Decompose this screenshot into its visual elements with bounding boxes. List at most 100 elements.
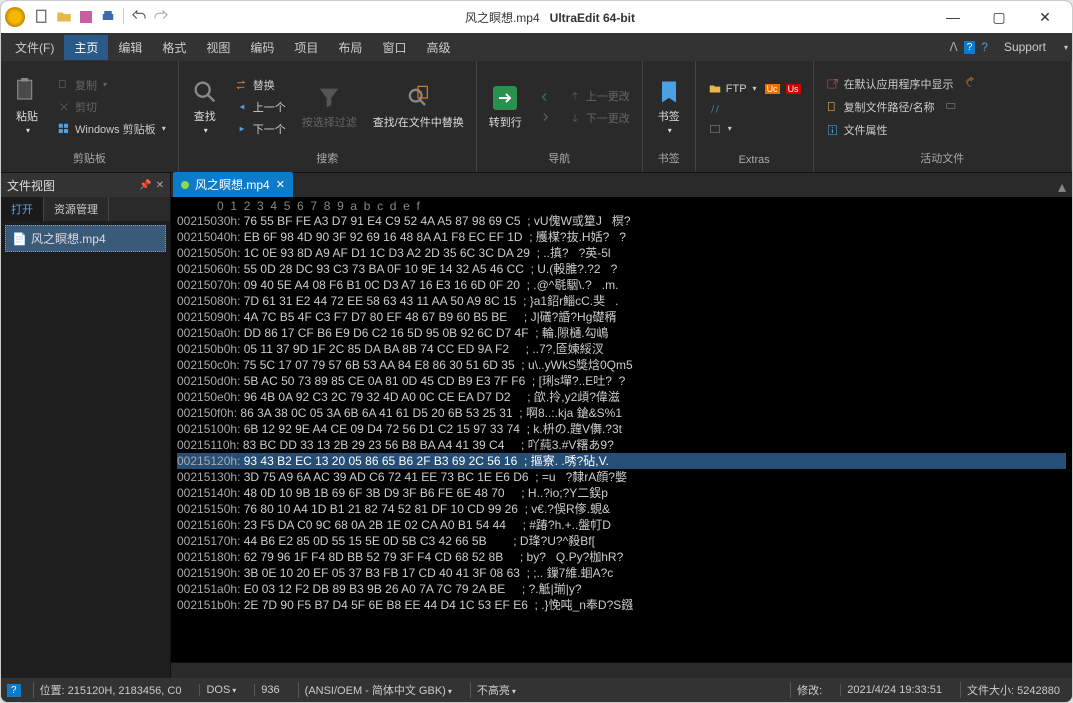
menu-view[interactable]: 视图 <box>196 35 240 60</box>
replace-button[interactable]: 替换 <box>231 75 290 95</box>
hex-line[interactable]: 00215140h: 48 0D 10 9B 1B 69 6F 3B D9 3F… <box>177 485 1066 501</box>
hex-line[interactable]: 00215120h: 93 43 B2 EC 13 20 05 86 65 B6… <box>177 453 1066 469</box>
refresh-icon[interactable] <box>964 76 978 93</box>
properties-button[interactable]: 文件属性 <box>822 120 982 140</box>
windows-clipboard-button[interactable]: Windows 剪贴板▾ <box>53 119 170 139</box>
editor: 风之瞑想.mp4 ✕ ▴ 0 1 2 3 4 5 6 7 8 9 a b c d… <box>171 173 1072 678</box>
ribbon-group-active-file: 在默认应用程序中显示 复制文件路径/名称 文件属性 活动文件 <box>814 61 1072 172</box>
forward-icon[interactable] <box>534 108 556 126</box>
hex-line[interactable]: 002150b0h: 05 11 37 9D 1F 2C 85 DA BA 8B… <box>177 341 1066 357</box>
hex-line[interactable]: 00215060h: 55 0D 28 DC 93 C3 73 BA 0F 10… <box>177 261 1066 277</box>
sb-help-icon[interactable]: ? <box>7 684 21 697</box>
close-button[interactable]: ✕ <box>1022 1 1068 33</box>
goto-button[interactable]: 转到行 <box>485 82 526 132</box>
group-label-navigate: 导航 <box>485 148 634 168</box>
hex-line[interactable]: 002151a0h: E0 03 12 F2 DB 89 B3 9B 26 A0… <box>177 581 1066 597</box>
next-button[interactable]: 下一个 <box>231 119 290 139</box>
new-file-icon[interactable] <box>33 8 51 26</box>
find-in-files-button[interactable]: 查找/在文件中替换 <box>369 82 468 132</box>
menu-advanced[interactable]: 高级 <box>416 35 460 60</box>
status-date: 2021/4/24 19:33:51 <box>840 684 948 696</box>
redo-icon[interactable] <box>152 8 170 26</box>
hex-line[interactable]: 002150f0h: 86 3A 38 0C 05 3A 6B 6A 41 61… <box>177 405 1066 421</box>
tab-close-icon[interactable]: ✕ <box>276 178 285 191</box>
bookmark-button[interactable]: 书签▾ <box>651 76 687 137</box>
menu-project[interactable]: 项目 <box>284 35 328 60</box>
open-default-button[interactable]: 在默认应用程序中显示 <box>822 74 982 95</box>
undo-icon[interactable] <box>130 8 148 26</box>
horizontal-scrollbar[interactable] <box>171 662 1072 678</box>
extras-item2[interactable] <box>704 100 805 118</box>
sidebar-tab-explorer[interactable]: 资源管理 <box>44 197 109 221</box>
menu-format[interactable]: 格式 <box>152 35 196 60</box>
filter-button[interactable]: 按选择过滤 <box>298 82 361 132</box>
uc-icon[interactable]: Uc <box>765 84 780 94</box>
hex-line[interactable]: 00215180h: 62 79 96 1F F4 8D BB 52 79 3F… <box>177 549 1066 565</box>
prev-change-button[interactable]: 上一更改 <box>564 86 634 106</box>
copy-path-button[interactable]: 复制文件路径/名称 <box>822 97 982 118</box>
hex-line[interactable]: 00215070h: 09 40 5E A4 08 F6 B1 0C D3 A7… <box>177 277 1066 293</box>
file-status-icon <box>181 181 189 189</box>
chevron-down-icon[interactable]: ▾ <box>1064 43 1068 52</box>
hex-line[interactable]: 00215130h: 3D 75 A9 6A AC 39 AD C6 72 41… <box>177 469 1066 485</box>
ribbon-group-bookmarks: 书签▾ 书签 <box>643 61 696 172</box>
hex-line[interactable]: 00215050h: 1C 0E 93 8D A9 AF D1 1C D3 A2… <box>177 245 1066 261</box>
rename-icon[interactable] <box>945 99 959 116</box>
hex-line[interactable]: 002150d0h: 5B AC 50 73 89 85 CE 0A 81 0D… <box>177 373 1066 389</box>
find-button[interactable]: 查找▾ <box>187 76 223 137</box>
hex-line[interactable]: 00215040h: EB 6F 98 4D 90 3F 92 69 16 48… <box>177 229 1066 245</box>
hex-line[interactable]: 002150a0h: DD 86 17 CF B6 E9 D6 C2 16 5D… <box>177 325 1066 341</box>
extras-item3[interactable]: ▾ <box>704 120 805 138</box>
next-change-button[interactable]: 下一更改 <box>564 108 634 128</box>
app-icon <box>5 7 25 27</box>
help-icon[interactable]: ? <box>981 40 988 54</box>
file-tab[interactable]: 风之瞑想.mp4 ✕ <box>173 172 293 197</box>
back-icon[interactable] <box>534 88 556 106</box>
menu-encoding[interactable]: 编码 <box>240 35 284 60</box>
menu-edit[interactable]: 编辑 <box>108 35 152 60</box>
open-icon[interactable] <box>55 8 73 26</box>
hex-line[interactable]: 00215030h: 76 55 BF FE A3 D7 91 E4 C9 52… <box>177 213 1066 229</box>
feedback-icon[interactable]: ? <box>964 41 976 54</box>
main-window: 风之瞑想.mp4 UltraEdit 64-bit — ▢ ✕ 文件(F) 主页… <box>0 0 1073 703</box>
menu-window[interactable]: 窗口 <box>372 35 416 60</box>
sidebar-close-icon[interactable]: ✕ <box>156 180 164 191</box>
hex-line[interactable]: 00215190h: 3B 0E 10 20 EF 05 37 B3 FB 17… <box>177 565 1066 581</box>
ftp-button[interactable]: FTP▾ Uc Us <box>704 80 805 98</box>
us-icon[interactable]: Us <box>786 84 801 94</box>
collapse-ribbon-icon[interactable]: ᐱ <box>949 40 957 54</box>
hex-line[interactable]: 00215150h: 76 80 10 A4 1D B1 21 82 74 52… <box>177 501 1066 517</box>
minimize-button[interactable]: — <box>930 1 976 33</box>
hex-editor[interactable]: 0 1 2 3 4 5 6 7 8 9 a b c d e f 00215030… <box>171 197 1072 662</box>
save-icon[interactable] <box>77 8 95 26</box>
hex-line[interactable]: 002151b0h: 2E 7D 90 F5 B7 D4 5F 6E B8 EE… <box>177 597 1066 613</box>
group-label-bookmarks: 书签 <box>651 148 687 168</box>
hex-line[interactable]: 00215160h: 23 F5 DA C0 9C 68 0A 2B 1E 02… <box>177 517 1066 533</box>
status-encoding[interactable]: (ANSI/OEM - 简体中文 GBK)▾ <box>298 682 458 698</box>
hex-line[interactable]: 00215090h: 4A 7C B5 4F C3 F7 D7 80 EF 48… <box>177 309 1066 325</box>
cut-button[interactable]: 剪切 <box>53 97 170 117</box>
copy-button[interactable]: 复制▾ <box>53 75 170 95</box>
hex-line[interactable]: 00215100h: 6B 12 92 9E A4 CE 09 D4 72 56… <box>177 421 1066 437</box>
status-highlight[interactable]: 不高亮▾ <box>470 682 522 698</box>
paste-button[interactable]: 粘贴▾ <box>9 76 45 137</box>
maximize-button[interactable]: ▢ <box>976 1 1022 33</box>
status-format[interactable]: DOS▾ <box>199 684 242 696</box>
editor-tabs: 风之瞑想.mp4 ✕ ▴ <box>171 173 1072 197</box>
menu-support[interactable]: Support <box>994 36 1056 58</box>
file-item[interactable]: 📄 风之瞑想.mp4 <box>5 225 166 252</box>
hex-line[interactable]: 00215080h: 7D 61 31 E2 44 72 EE 58 63 43… <box>177 293 1066 309</box>
hex-line[interactable]: 002150c0h: 75 5C 17 07 79 57 6B 53 AA 84… <box>177 357 1066 373</box>
hex-line[interactable]: 00215110h: 83 BC DD 33 13 2B 29 23 56 B8… <box>177 437 1066 453</box>
pin-icon[interactable]: 📌 <box>139 180 151 191</box>
hex-line[interactable]: 002150e0h: 96 4B 0A 92 C3 2C 79 32 4D A0… <box>177 389 1066 405</box>
print-icon[interactable] <box>99 8 117 26</box>
menu-home[interactable]: 主页 <box>64 35 108 60</box>
file-item-label: 风之瞑想.mp4 <box>31 230 106 247</box>
scroll-up-icon[interactable]: ▴ <box>1052 177 1072 197</box>
menu-layout[interactable]: 布局 <box>328 35 372 60</box>
sidebar-tab-open[interactable]: 打开 <box>1 197 44 221</box>
menu-file[interactable]: 文件(F) <box>5 35 64 60</box>
hex-line[interactable]: 00215170h: 44 B6 E2 85 0D 55 15 5E 0D 5B… <box>177 533 1066 549</box>
prev-button[interactable]: 上一个 <box>231 97 290 117</box>
